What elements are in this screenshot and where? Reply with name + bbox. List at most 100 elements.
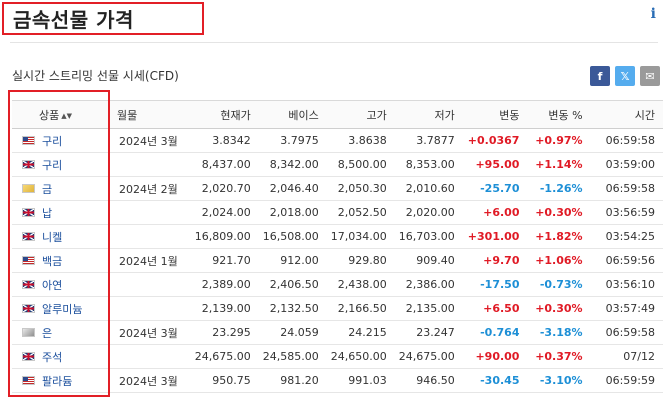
share-buttons: f 𝕏 ✉ (590, 66, 660, 86)
info-icon[interactable]: i (651, 6, 656, 22)
month-cell (103, 200, 190, 225)
header-high[interactable]: 고가 (326, 100, 395, 129)
header-last[interactable]: 현재가 (189, 100, 259, 129)
time-cell: 03:56:59 (590, 200, 663, 225)
table-row: 납 2,024.00 2,018.00 2,052.50 2,020.00 +6.00 +0… (12, 200, 663, 225)
month-cell: 2024년 2월 (103, 176, 190, 201)
low-cell: 2,386.00 (394, 272, 463, 297)
silver-flag-icon (22, 328, 35, 337)
month-cell (103, 272, 190, 297)
product-cell: 백금 (12, 248, 103, 273)
change-cell: +0.0367 (462, 128, 528, 153)
header-change-pct[interactable]: 변동 % (527, 100, 591, 129)
header-base[interactable]: 베이스 (258, 100, 327, 129)
low-cell: 23.247 (394, 320, 463, 345)
product-link[interactable]: 백금 (42, 255, 62, 268)
base-cell: 2,132.50 (258, 296, 327, 321)
high-cell: 17,034.00 (326, 224, 395, 249)
header-month[interactable]: 월물 (103, 100, 190, 129)
time-cell: 07/12 (590, 344, 663, 369)
time-cell: 03:57:49 (590, 296, 663, 321)
mail-share-icon[interactable]: ✉ (640, 66, 660, 86)
product-cell: 구리 (12, 152, 103, 177)
change-cell: -17.50 (462, 272, 528, 297)
product-link[interactable]: 알루미늄 (42, 303, 82, 316)
change-cell: +90.00 (462, 344, 528, 369)
product-link[interactable]: 구리 (42, 159, 62, 172)
last-cell: 2,389.00 (189, 272, 259, 297)
section-subtitle: 실시간 스트리밍 선물 시세(CFD) (12, 69, 179, 83)
product-cell: 은 (12, 320, 103, 345)
uk-flag-icon (22, 280, 35, 289)
table-row: 구리 8,437.00 8,342.00 8,500.00 8,353.00 +95.00… (12, 152, 663, 177)
month-cell: 2024년 3월 (103, 320, 190, 345)
change-cell: +6.00 (462, 200, 528, 225)
time-cell: 03:54:25 (590, 224, 663, 249)
header-time[interactable]: 시간 (590, 100, 663, 129)
low-cell: 946.50 (394, 368, 463, 393)
time-cell: 06:59:58 (590, 128, 663, 153)
product-link[interactable]: 아연 (42, 279, 62, 292)
low-cell: 24,675.00 (394, 344, 463, 369)
month-cell (103, 344, 190, 369)
high-cell: 3.8638 (326, 128, 395, 153)
last-cell: 3.8342 (189, 128, 259, 153)
change-cell: -0.764 (462, 320, 528, 345)
uk-flag-icon (22, 160, 35, 169)
header-product[interactable]: 상품 ▲▼ (12, 100, 103, 129)
product-link[interactable]: 은 (42, 327, 52, 340)
product-link[interactable]: 니켈 (42, 231, 62, 244)
change-cell: +301.00 (462, 224, 528, 249)
product-link[interactable]: 구리 (42, 135, 62, 148)
change-pct-cell: +0.30% (527, 200, 591, 225)
change-pct-cell: +0.97% (527, 128, 591, 153)
twitter-share-icon[interactable]: 𝕏 (615, 66, 635, 86)
last-cell: 16,809.00 (189, 224, 259, 249)
change-cell: +95.00 (462, 152, 528, 177)
sort-icon[interactable]: ▲▼ (61, 112, 72, 120)
table-row: 백금 2024년 1월 921.70 912.00 929.80 909.40 +9.70 +… (12, 248, 663, 273)
product-cell: 구리 (12, 128, 103, 153)
base-cell: 3.7975 (258, 128, 327, 153)
month-cell: 2024년 1월 (103, 248, 190, 273)
facebook-share-icon[interactable]: f (590, 66, 610, 86)
product-cell: 팔라듐 (12, 368, 103, 393)
table-row: 주석 24,675.00 24,585.00 24,650.00 24,675.00 +9… (12, 344, 663, 369)
time-cell: 06:59:56 (590, 248, 663, 273)
table-row: 구리 2024년 3월 3.8342 3.7975 3.8638 3.7877 +0.036… (12, 128, 663, 153)
product-link[interactable]: 주석 (42, 351, 62, 364)
month-cell: 2024년 3월 (103, 368, 190, 393)
page-title-box: 금속선물 가격 (2, 2, 204, 35)
high-cell: 929.80 (326, 248, 395, 273)
product-cell: 납 (12, 200, 103, 225)
last-cell: 2,020.70 (189, 176, 259, 201)
header-change[interactable]: 변동 (462, 100, 528, 129)
header-low[interactable]: 저가 (394, 100, 463, 129)
product-link[interactable]: 금 (42, 183, 52, 196)
product-link[interactable]: 팔라듐 (42, 375, 72, 388)
low-cell: 3.7877 (394, 128, 463, 153)
change-pct-cell: -3.10% (527, 368, 591, 393)
page-title: 금속선물 가격 (13, 8, 134, 32)
table-row: 아연 2,389.00 2,406.50 2,438.00 2,386.00 -17.50… (12, 272, 663, 297)
uk-flag-icon (22, 232, 35, 241)
gold-flag-icon (22, 184, 35, 193)
base-cell: 912.00 (258, 248, 327, 273)
product-cell: 주석 (12, 344, 103, 369)
base-cell: 8,342.00 (258, 152, 327, 177)
table-row: 은 2024년 3월 23.295 24.059 24.215 23.247 -0.764-… (12, 320, 663, 345)
base-cell: 16,508.00 (258, 224, 327, 249)
high-cell: 8,500.00 (326, 152, 395, 177)
time-cell: 06:59:58 (590, 320, 663, 345)
change-cell: +6.50 (462, 296, 528, 321)
high-cell: 991.03 (326, 368, 395, 393)
product-link[interactable]: 납 (42, 207, 52, 220)
high-cell: 2,166.50 (326, 296, 395, 321)
uk-flag-icon (22, 352, 35, 361)
change-pct-cell: +0.37% (527, 344, 591, 369)
change-cell: -25.70 (462, 176, 528, 201)
high-cell: 2,438.00 (326, 272, 395, 297)
low-cell: 16,703.00 (394, 224, 463, 249)
last-cell: 921.70 (189, 248, 259, 273)
change-pct-cell: +1.14% (527, 152, 591, 177)
